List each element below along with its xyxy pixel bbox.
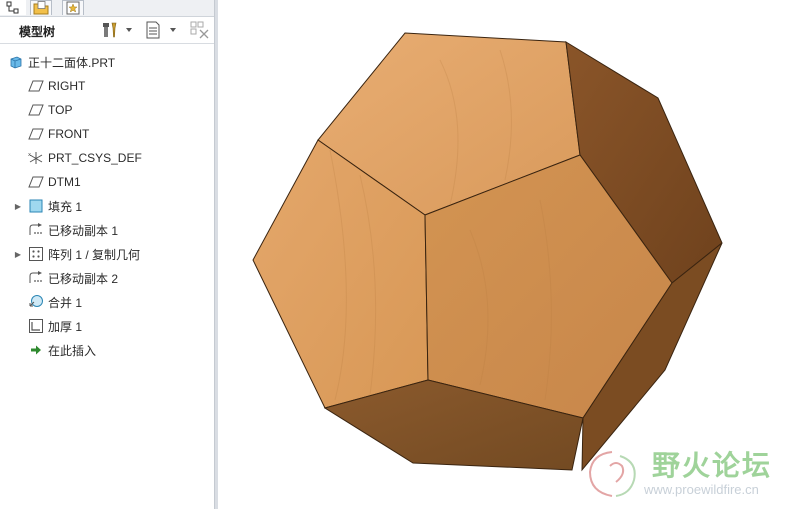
tree-item-csys[interactable]: x PRT_CSYS_DEF — [28, 148, 142, 168]
expand-arrow-icon[interactable]: ▶ — [14, 196, 22, 216]
watermark-title: 野火论坛 — [652, 449, 773, 482]
tab-favorites[interactable] — [62, 0, 84, 15]
model-tree-panel: 模型树 正十二面体.PRT RIGHT TOP FRONT x PRT_CSYS… — [0, 0, 214, 509]
tree-item-insert-here[interactable]: 在此插入 — [28, 340, 96, 360]
tree-item-right-plane[interactable]: RIGHT — [28, 76, 85, 96]
filter-button[interactable] — [190, 21, 210, 39]
pattern-icon — [28, 246, 44, 262]
panel-tab-strip — [0, 0, 214, 17]
tree-item-dtm1[interactable]: DTM1 — [28, 172, 81, 192]
tree-item-front-plane[interactable]: FRONT — [28, 124, 89, 144]
tree-item-moved-copy-1[interactable]: 已移动副本 1 — [28, 220, 118, 240]
merge-icon — [28, 294, 44, 310]
datum-plane-icon — [28, 102, 44, 118]
tree-item-label: FRONT — [48, 127, 90, 141]
tab-folder-browser[interactable] — [30, 0, 52, 15]
watermark: 野火论坛 www.proewildfire.cn — [582, 440, 792, 506]
moved-copy-icon — [28, 270, 44, 286]
thicken-icon — [28, 318, 44, 334]
tree-item-label: 正十二面体.PRT — [28, 55, 116, 70]
fill-icon — [28, 198, 44, 214]
graphics-viewport[interactable]: 野火论坛 www.proewildfire.cn — [218, 0, 795, 509]
show-columns-button[interactable] — [145, 21, 177, 39]
coordinate-system-icon: x — [28, 150, 44, 166]
tree-item-pattern[interactable]: 阵列 1 / 复制几何 — [28, 244, 140, 264]
dodecahedron-model — [252, 32, 723, 472]
insert-here-arrow-icon — [28, 342, 44, 358]
tree-item-label: 已移动副本 1 — [48, 223, 119, 238]
tree-item-label: 合并 1 — [48, 295, 83, 310]
filter-icon — [190, 21, 209, 39]
tree-item-label: 已移动副本 2 — [48, 271, 119, 286]
tree-item-label: TOP — [48, 103, 73, 117]
datum-plane-icon — [28, 174, 44, 190]
tree-item-label: DTM1 — [48, 175, 81, 189]
chevron-down-icon — [170, 28, 176, 32]
tree-item-label: 在此插入 — [48, 343, 97, 358]
panel-title: 模型树 — [19, 25, 56, 39]
favorites-tab-icon — [66, 1, 80, 15]
tree-item-label: 阵列 1 / 复制几何 — [48, 247, 141, 262]
tree-item-label: RIGHT — [48, 79, 86, 93]
watermark-url: www.proewildfire.cn — [644, 482, 759, 497]
chevron-down-icon — [126, 28, 132, 32]
tree-item-root-part[interactable]: 正十二面体.PRT — [8, 52, 115, 72]
moved-copy-icon — [28, 222, 44, 238]
tree-item-merge[interactable]: 合并 1 — [28, 292, 82, 312]
tree-item-thicken[interactable]: 加厚 1 — [28, 316, 82, 336]
svg-text:x: x — [28, 152, 31, 158]
datum-plane-icon — [28, 126, 44, 142]
datum-plane-icon — [28, 78, 44, 94]
settings-tools-icon — [103, 22, 117, 38]
tree-item-top-plane[interactable]: TOP — [28, 100, 72, 120]
tree-item-label: 填充 1 — [48, 199, 83, 214]
tree-item-label: 加厚 1 — [48, 319, 83, 334]
tab-model-tree[interactable] — [0, 0, 26, 15]
settings-button[interactable] — [101, 21, 133, 39]
model-tree-tab-icon — [6, 1, 19, 13]
watermark-logo-icon — [588, 451, 636, 497]
expand-arrow-icon[interactable]: ▶ — [14, 244, 22, 264]
tree-item-fill[interactable]: 填充 1 — [28, 196, 82, 216]
tree-toolbar: 模型树 — [0, 17, 214, 44]
show-columns-icon — [146, 21, 160, 39]
tree-item-label: PRT_CSYS_DEF — [48, 151, 142, 165]
folder-browser-tab-icon — [33, 1, 49, 15]
part-icon — [8, 54, 24, 70]
tree-item-moved-copy-2[interactable]: 已移动副本 2 — [28, 268, 118, 288]
